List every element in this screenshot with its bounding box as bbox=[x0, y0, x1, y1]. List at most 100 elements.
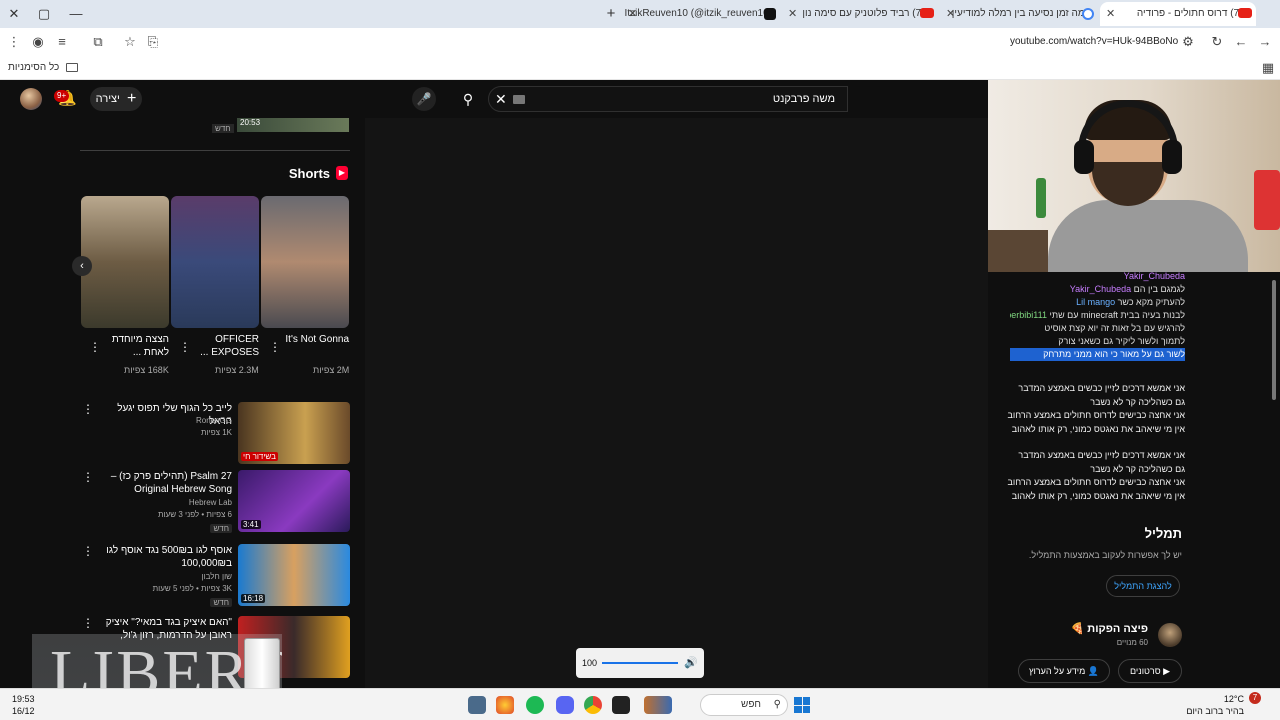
calculator-app-icon[interactable] bbox=[468, 696, 486, 714]
transcript-description: יש לך אפשרות לעקוב באמצעות התמליל. bbox=[1028, 550, 1182, 560]
rec-title[interactable]: Psalm 27 (תהילים פרק כז) – Original Hebr… bbox=[104, 470, 232, 496]
divider bbox=[80, 150, 350, 151]
short-more-icon[interactable]: ⋮ bbox=[269, 340, 281, 354]
channel-avatar[interactable] bbox=[1158, 623, 1182, 647]
rec-more-icon[interactable]: ⋮ bbox=[82, 470, 94, 484]
new-tab-icon[interactable]: + bbox=[602, 4, 620, 24]
create-label: יצירה bbox=[95, 93, 120, 105]
short-thumbnail-1[interactable] bbox=[171, 196, 259, 328]
page-scrollbar[interactable] bbox=[1272, 280, 1276, 400]
minimize-window-icon[interactable]: — bbox=[66, 4, 86, 24]
short-title[interactable]: הצצה מיוחדת לאחת ... bbox=[99, 333, 169, 359]
all-bookmarks-button[interactable]: כל הסימניות bbox=[8, 60, 79, 76]
site-settings-icon[interactable]: ⚙ bbox=[1178, 32, 1198, 52]
os-taskbar: 19:53 16/12 חפש ⚲ 12°C בהיר ברוב היום 7 bbox=[0, 688, 1280, 720]
speaker-icon: 🔊 bbox=[684, 657, 698, 669]
tab-2[interactable]: (78) רביד פלוטניק עם סימה נון ✕ bbox=[782, 2, 938, 26]
lyric-line: אני אחצה כבישים לדרוס חתולים באמצע הרחוב bbox=[1007, 477, 1185, 487]
channel-name[interactable]: פיצה הפקות 🍕 bbox=[1071, 622, 1148, 635]
extensions-icon[interactable]: ⧉ bbox=[88, 32, 108, 52]
keyboard-icon[interactable] bbox=[513, 95, 525, 104]
headphone-ear-right bbox=[1162, 140, 1182, 174]
notification-count-badge: 9+ bbox=[54, 90, 70, 102]
rec-item-2[interactable]: 16:18 אוסף לגו ב500₪ נגד אוסף לגו ב100,0… bbox=[80, 544, 350, 607]
apps-grid-icon[interactable]: ▦ bbox=[1258, 58, 1278, 78]
webcam-person-body bbox=[1048, 200, 1248, 272]
rec-more-icon[interactable]: ⋮ bbox=[82, 402, 94, 416]
rec-thumbnail[interactable]: 16:18 bbox=[238, 544, 350, 606]
short-title[interactable]: It's Not Gonna bbox=[279, 333, 349, 346]
shorts-previous-arrow-icon[interactable]: ‹ bbox=[72, 256, 92, 276]
media-control-icon[interactable]: ≡ bbox=[52, 32, 72, 52]
close-tab-icon[interactable]: ✕ bbox=[946, 2, 955, 26]
webcam-bottle bbox=[1036, 178, 1046, 218]
bookmark-star-icon[interactable]: ☆ bbox=[120, 32, 140, 52]
menu-kebab-icon[interactable]: ⋮ bbox=[4, 32, 24, 52]
close-tab-icon[interactable]: ✕ bbox=[788, 2, 797, 26]
plus-icon: + bbox=[126, 90, 137, 108]
show-transcript-button[interactable]: להצגת התמליל bbox=[1106, 575, 1180, 597]
short-more-icon[interactable]: ⋮ bbox=[179, 340, 191, 354]
short-title[interactable]: OFFICER EXPOSES ... bbox=[189, 333, 259, 359]
create-button[interactable]: יצירה + bbox=[90, 87, 142, 111]
short-thumbnail-2[interactable] bbox=[261, 196, 349, 328]
rec-meta: 6 צפיות • לפני 3 שעות bbox=[158, 510, 232, 519]
profile-icon[interactable]: ◉ bbox=[28, 32, 48, 52]
discord-app-icon[interactable] bbox=[556, 696, 574, 714]
taskbar-search[interactable]: חפש ⚲ bbox=[700, 694, 788, 716]
rec-channel[interactable]: Hebrew Lab bbox=[189, 498, 232, 507]
short-thumbnail-0[interactable] bbox=[81, 196, 169, 328]
reload-icon[interactable]: ↻ bbox=[1207, 32, 1227, 52]
rec-item-1[interactable]: 3:41 Psalm 27 (תהילים פרק כז) – Original… bbox=[80, 470, 350, 533]
weather-widget[interactable]: 12°C בהיר ברוב היום bbox=[1186, 693, 1244, 717]
address-bar[interactable]: youtube.com/watch?v=HUk-94BBoNo bbox=[1010, 33, 1180, 51]
top-video-new-badge: חדש bbox=[212, 124, 234, 133]
video-player[interactable] bbox=[365, 118, 988, 688]
terminal-app-icon[interactable] bbox=[612, 696, 630, 714]
back-icon[interactable]: → bbox=[1255, 32, 1275, 52]
rec-thumbnail[interactable]: 3:41 bbox=[238, 470, 350, 532]
share-icon[interactable]: ⎘ bbox=[143, 32, 163, 52]
search-query-text: משה פרבקנט bbox=[772, 93, 835, 105]
tab-3[interactable]: ItzikReuven10 (@itzik_reuven10) ✕ bbox=[622, 2, 780, 26]
lyric-line: אין מי שיאהב את נאגטס כמוני, רק אותו לאה… bbox=[1011, 423, 1185, 434]
rec-thumbnail[interactable]: בשידור חי bbox=[238, 402, 350, 464]
tab-0[interactable]: (78) דרוס חתולים - פרודיה ✕ bbox=[1100, 2, 1256, 26]
account-avatar[interactable] bbox=[20, 88, 42, 110]
live-badge: בשידור חי bbox=[241, 452, 278, 461]
chat-text: לגמגם בין הם bbox=[1133, 284, 1185, 294]
videos-pill-button[interactable]: ▶ סרטונים bbox=[1118, 659, 1182, 683]
clear-search-icon[interactable]: ✕ bbox=[495, 90, 507, 108]
close-tab-icon[interactable]: ✕ bbox=[1106, 2, 1115, 26]
close-window-icon[interactable]: ✕ bbox=[4, 4, 24, 24]
paint-app-icon[interactable] bbox=[496, 696, 514, 714]
rec-channel[interactable]: RonenGG bbox=[196, 416, 232, 425]
restore-window-icon[interactable]: ▢ bbox=[34, 4, 54, 24]
windows-logo-tile bbox=[802, 705, 810, 713]
rec-channel[interactable]: שון חלבון bbox=[201, 572, 232, 581]
lyric-line: אני אמשא דרכים לזיין כבשים באמצע המדבר bbox=[1018, 383, 1185, 393]
clock[interactable]: 19:53 16/12 bbox=[12, 693, 35, 717]
short-views: 2.3M צפיות bbox=[215, 365, 259, 375]
spotify-app-icon[interactable] bbox=[526, 696, 544, 714]
about-pill-button[interactable]: 👤 מידע על הערוץ bbox=[1018, 659, 1110, 683]
rec-title[interactable]: אוסף לגו ב500₪ נגד אוסף לגו ב100,000₪ bbox=[104, 544, 232, 570]
rec-more-icon[interactable]: ⋮ bbox=[82, 544, 94, 558]
tab-1[interactable]: כמה זמן נסיעה בין רמלה למודיעין ✕ bbox=[940, 2, 1098, 26]
search-button[interactable]: ⚲ bbox=[452, 86, 484, 112]
windows-logo-tile bbox=[794, 697, 802, 705]
windows-start-icon[interactable] bbox=[794, 697, 810, 713]
weather-description: בהיר ברוב היום bbox=[1186, 706, 1244, 716]
game-app-icon[interactable] bbox=[644, 696, 672, 714]
voice-search-mic-icon[interactable]: 🎤 bbox=[412, 87, 436, 111]
close-tab-icon[interactable]: ✕ bbox=[628, 2, 637, 26]
rec-item-0[interactable]: בשידור חי לייב כל הגוף שלי תפוס יגעל הרא… bbox=[80, 402, 350, 464]
lyric-line: גם כשהליכה קר לא נשבר bbox=[1090, 463, 1185, 474]
forward-icon[interactable]: ← bbox=[1231, 32, 1251, 52]
chrome-app-icon[interactable] bbox=[584, 696, 602, 714]
lyric-line: אין מי שיאהב את נאגטס כמוני, רק אותו לאה… bbox=[1011, 490, 1185, 501]
volume-track[interactable] bbox=[602, 662, 678, 664]
rec-more-icon[interactable]: ⋮ bbox=[82, 616, 94, 630]
search-input[interactable]: ✕ משה פרבקנט bbox=[488, 86, 848, 112]
short-more-icon[interactable]: ⋮ bbox=[89, 340, 101, 354]
